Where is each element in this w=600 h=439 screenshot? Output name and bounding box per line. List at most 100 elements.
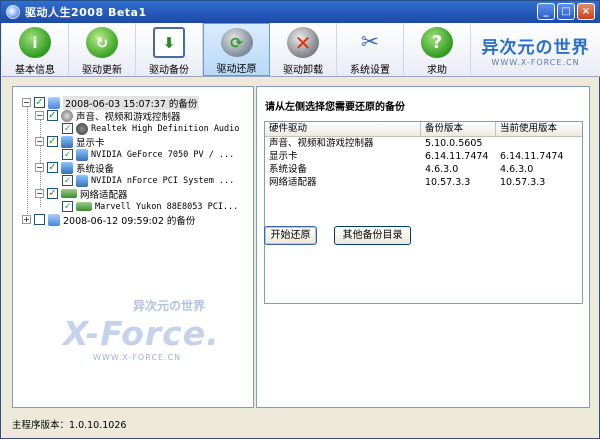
cell-hardware: 声音、视频和游戏控制器 bbox=[269, 138, 374, 149]
cell-current-version: 6.14.11.7474 bbox=[500, 151, 564, 162]
tab-label: 驱动更新 bbox=[82, 65, 122, 76]
tree-node-backup-2[interactable]: + 2008-06-12 09:59:02 的备份 bbox=[22, 213, 196, 227]
checkbox[interactable]: ✓ bbox=[47, 162, 58, 173]
tab-driver-restore[interactable]: ⟳ 驱动还原 bbox=[203, 23, 270, 76]
tree-node-audio[interactable]: − ✓ 声音、视频和游戏控制器 bbox=[35, 109, 181, 123]
close-button[interactable]: × bbox=[577, 3, 595, 20]
version-text: 主程序版本：1.0.10.1026 bbox=[12, 420, 127, 431]
table-row[interactable]: 显示卡 6.14.11.7474 6.14.11.7474 bbox=[265, 150, 582, 163]
network-icon bbox=[76, 202, 92, 211]
checkbox[interactable]: ✓ bbox=[47, 110, 58, 121]
node-label: Marvell Yukon 88E8053 PCI... bbox=[95, 201, 239, 212]
refresh-icon: ↻ bbox=[86, 27, 118, 58]
tab-label: 驱动卸载 bbox=[283, 65, 323, 76]
checkbox[interactable]: ✓ bbox=[62, 149, 73, 160]
node-label: 2008-06-12 09:59:02 的备份 bbox=[63, 215, 196, 227]
computer-icon bbox=[48, 96, 60, 109]
node-label: NVIDIA GeForce 7050 PV / ... bbox=[91, 149, 235, 160]
tab-label: 求助 bbox=[427, 65, 447, 76]
tab-driver-uninstall[interactable]: ✕ 驱动卸载 bbox=[270, 23, 337, 76]
tab-driver-update[interactable]: ↻ 驱动更新 bbox=[69, 23, 136, 76]
node-label: NVIDIA nForce PCI System ... bbox=[91, 175, 235, 186]
table-row[interactable]: 声音、视频和游戏控制器 5.10.0.5605 bbox=[265, 137, 582, 150]
node-label: 网络适配器 bbox=[80, 189, 128, 201]
tree-connector bbox=[27, 103, 28, 216]
backup-tree[interactable]: − ✓ 2008-06-03 15:07:37 的备份 − ✓ 声音、视频和游戏… bbox=[12, 86, 254, 408]
node-label: 系统设备 bbox=[76, 163, 115, 175]
uninstall-icon: ✕ bbox=[287, 27, 319, 58]
checkbox[interactable]: ✓ bbox=[34, 97, 45, 108]
col-header-current-version[interactable]: 当前使用版本 bbox=[496, 122, 582, 136]
cell-current-version: 4.6.3.0 bbox=[500, 164, 534, 175]
table-header: 硬件驱动 备份版本 当前使用版本 bbox=[265, 122, 582, 137]
collapse-toggle[interactable]: − bbox=[35, 111, 44, 120]
restore-prompt: 请从左侧选择您需要还原的备份 bbox=[265, 102, 405, 113]
minimize-button[interactable]: _ bbox=[537, 3, 555, 20]
logo-url: WWW.X-FORCE.CN bbox=[491, 57, 580, 67]
tree-node-backup-1[interactable]: − ✓ 2008-06-03 15:07:37 的备份 bbox=[22, 95, 200, 110]
expand-toggle[interactable]: + bbox=[22, 215, 31, 224]
tab-driver-backup[interactable]: ⬇ 驱动备份 bbox=[136, 23, 203, 76]
tab-system-settings[interactable]: ✂ 系统设置 bbox=[337, 23, 404, 76]
tab-label: 系统设置 bbox=[350, 65, 390, 76]
table-row[interactable]: 网络适配器 10.57.3.3 10.57.3.3 bbox=[265, 176, 582, 189]
watermark-cn: 异次元の世界 bbox=[133, 299, 206, 313]
tab-help[interactable]: ? 求助 bbox=[404, 23, 471, 76]
col-header-hardware[interactable]: 硬件驱动 bbox=[265, 122, 421, 136]
tree-node-audio-driver[interactable]: ✓ Realtek High Definition Audio bbox=[62, 122, 239, 135]
cell-hardware: 显示卡 bbox=[269, 151, 298, 162]
speaker-icon bbox=[61, 109, 73, 122]
table-row[interactable]: 系统设备 4.6.3.0 4.6.3.0 bbox=[265, 163, 582, 176]
display-icon bbox=[76, 148, 88, 161]
start-restore-button[interactable]: 开始还原 bbox=[264, 226, 317, 245]
restore-icon: ⟳ bbox=[220, 28, 253, 57]
tab-basic-info[interactable]: i 基本信息 bbox=[2, 23, 69, 76]
tree-node-display-driver[interactable]: ✓ NVIDIA GeForce 7050 PV / ... bbox=[62, 148, 234, 161]
cell-hardware: 系统设备 bbox=[269, 164, 308, 175]
help-icon: ? bbox=[421, 27, 453, 58]
tree-node-system-driver[interactable]: ✓ NVIDIA nForce PCI System ... bbox=[62, 174, 234, 187]
display-icon bbox=[61, 135, 73, 148]
checkbox[interactable]: ✓ bbox=[47, 188, 58, 199]
collapse-toggle[interactable]: − bbox=[22, 98, 31, 107]
tab-label: 基本信息 bbox=[15, 65, 55, 76]
backup-icon: ⬇ bbox=[153, 27, 185, 58]
info-icon: i bbox=[19, 27, 51, 58]
cell-backup-version: 10.57.3.3 bbox=[425, 177, 471, 188]
collapse-toggle[interactable]: − bbox=[35, 163, 44, 172]
node-label: 声音、视频和游戏控制器 bbox=[76, 111, 181, 123]
logo-text: 异次元の世界 bbox=[481, 37, 590, 58]
system-icon bbox=[61, 161, 73, 174]
watermark-brand: X-Force. bbox=[63, 314, 220, 353]
tab-label: 驱动还原 bbox=[216, 64, 257, 75]
col-header-backup-version[interactable]: 备份版本 bbox=[421, 122, 496, 136]
watermark-logo: 异次元の世界 X-Force. WWW.X-FORCE.CN bbox=[63, 297, 220, 362]
brand-logo: 异次元の世界 WWW.X-FORCE.CN bbox=[471, 23, 600, 76]
tree-node-network[interactable]: − ✓ 网络适配器 bbox=[35, 187, 128, 201]
tab-label: 驱动备份 bbox=[149, 65, 189, 76]
main-toolbar: i 基本信息 ↻ 驱动更新 ⬇ 驱动备份 ⟳ 驱动还原 ✕ 驱动卸载 ✂ 系统设… bbox=[2, 23, 600, 77]
tree-node-display[interactable]: − ✓ 显示卡 bbox=[35, 135, 105, 149]
driver-table[interactable]: 硬件驱动 备份版本 当前使用版本 声音、视频和游戏控制器 5.10.0.5605… bbox=[264, 121, 583, 304]
tree-node-system[interactable]: − ✓ 系统设备 bbox=[35, 161, 115, 175]
network-icon bbox=[61, 189, 77, 198]
checkbox[interactable]: ✓ bbox=[62, 123, 73, 134]
maximize-button[interactable]: □ bbox=[557, 3, 575, 20]
tree-node-network-driver[interactable]: ✓ Marvell Yukon 88E8053 PCI... bbox=[62, 200, 238, 213]
tools-icon: ✂ bbox=[360, 30, 380, 55]
status-bar: 主程序版本：1.0.10.1026 bbox=[12, 416, 590, 432]
computer-icon bbox=[48, 213, 60, 226]
checkbox[interactable]: ✓ bbox=[62, 201, 73, 212]
checkbox[interactable]: ✓ bbox=[47, 136, 58, 147]
checkbox[interactable]: ✓ bbox=[62, 175, 73, 186]
checkbox[interactable] bbox=[34, 214, 45, 225]
collapse-toggle[interactable]: − bbox=[35, 137, 44, 146]
other-backup-dir-button[interactable]: 其他备份目录 bbox=[334, 226, 411, 245]
title-bar[interactable]: 驱动人生2008 Beta1 _ □ × bbox=[1, 1, 599, 23]
collapse-toggle[interactable]: − bbox=[35, 189, 44, 198]
app-window: 驱动人生2008 Beta1 _ □ × i 基本信息 ↻ 驱动更新 ⬇ 驱动备… bbox=[0, 0, 600, 439]
app-icon bbox=[6, 5, 20, 19]
watermark-url: WWW.X-FORCE.CN bbox=[93, 353, 182, 362]
cell-hardware: 网络适配器 bbox=[269, 177, 317, 188]
node-label: 显示卡 bbox=[76, 137, 105, 149]
